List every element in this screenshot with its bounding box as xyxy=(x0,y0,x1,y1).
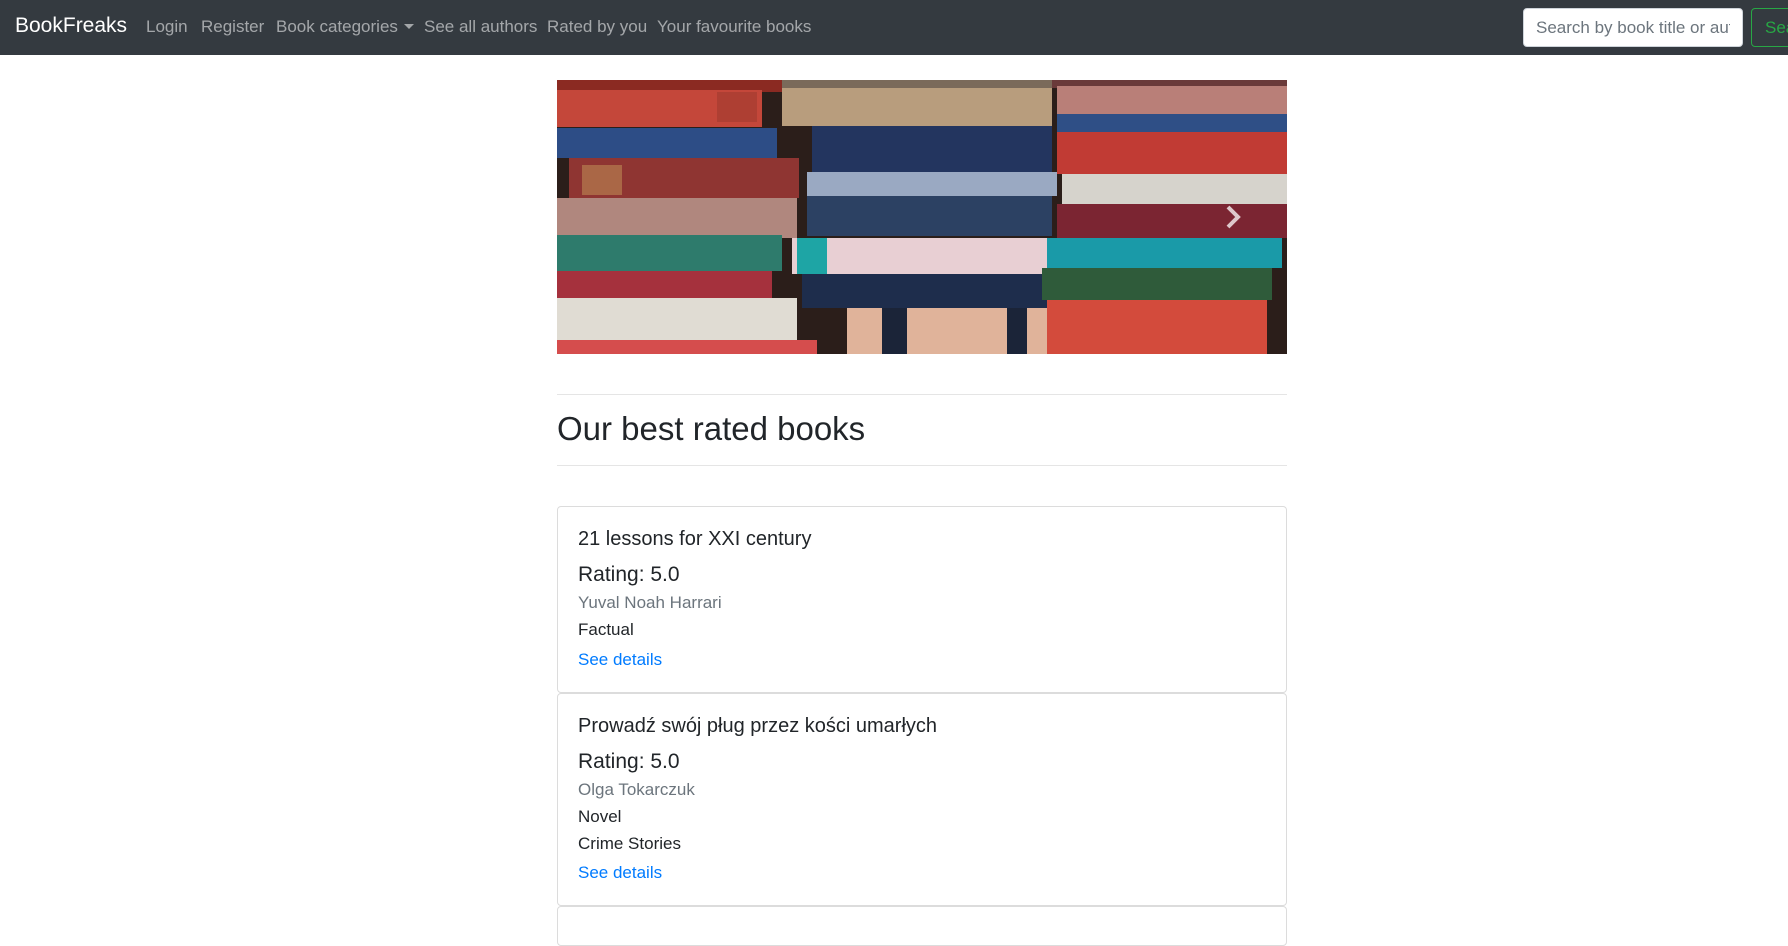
brand-logo[interactable]: BookFreaks xyxy=(15,14,127,38)
carousel-image xyxy=(557,80,1287,354)
navbar: BookFreaks Login Register Book categorie… xyxy=(0,0,1788,55)
book-author: Olga Tokarczuk xyxy=(578,780,695,799)
book-card: Prowadź swój pług przez kości umarłych R… xyxy=(557,693,1287,906)
nav-favourite-books[interactable]: Your favourite books xyxy=(657,17,811,37)
divider xyxy=(557,394,1287,395)
search-button[interactable]: Search xyxy=(1751,8,1788,47)
book-category: Factual xyxy=(578,620,634,639)
chevron-right-icon[interactable] xyxy=(1219,200,1249,234)
book-rating: Rating: 5.0 xyxy=(578,750,680,773)
search-input[interactable] xyxy=(1523,8,1743,47)
book-author: Yuval Noah Harrari xyxy=(578,593,722,612)
book-card xyxy=(557,906,1287,946)
nav-register[interactable]: Register xyxy=(201,17,264,37)
nav-see-all-authors[interactable]: See all authors xyxy=(424,17,537,37)
nav-rated-by-you[interactable]: Rated by you xyxy=(547,17,647,37)
caret-down-icon xyxy=(403,24,414,29)
section-title: Our best rated books xyxy=(557,410,866,447)
book-title: Prowadź swój pług przez kości umarłych xyxy=(578,715,938,737)
book-category: Novel xyxy=(578,807,622,826)
book-spines-photo xyxy=(557,80,1287,354)
divider xyxy=(557,465,1287,466)
book-category: Crime Stories xyxy=(578,834,681,853)
see-details-link[interactable]: See details xyxy=(578,863,662,883)
nav-book-categories-dropdown[interactable]: Book categories xyxy=(276,17,414,37)
nav-login[interactable]: Login xyxy=(146,17,188,37)
nav-book-categories-label: Book categories xyxy=(276,17,398,36)
book-card: 21 lessons for XXI century Rating: 5.0 Y… xyxy=(557,506,1287,693)
book-rating: Rating: 5.0 xyxy=(578,563,680,586)
see-details-link[interactable]: See details xyxy=(578,650,662,670)
book-title: 21 lessons for XXI century xyxy=(578,528,812,550)
